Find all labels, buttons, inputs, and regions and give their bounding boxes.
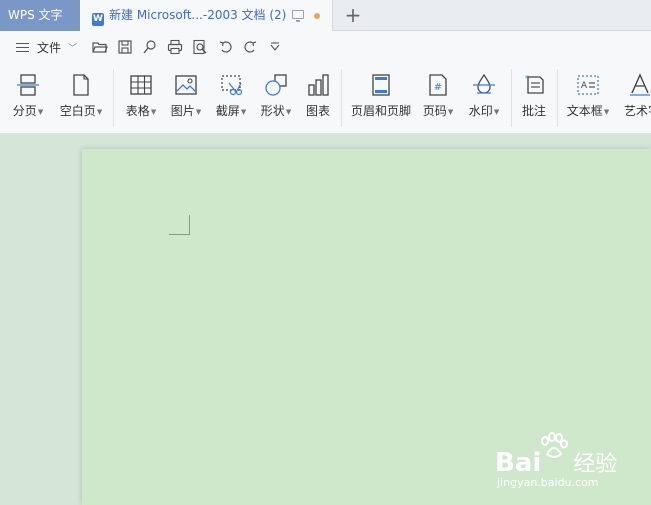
ribbon-divider	[557, 69, 558, 127]
save-icon[interactable]	[117, 39, 133, 55]
header-footer-button[interactable]: 页眉和页脚	[348, 69, 414, 127]
page-break-icon	[17, 74, 39, 96]
header-footer-label: 页眉和页脚	[350, 104, 411, 118]
caret-down-icon: ▼	[150, 108, 157, 116]
chart-label: 图表	[305, 104, 330, 118]
screenshot-icon	[221, 75, 243, 96]
ribbon-divider	[113, 69, 114, 127]
app-tab-wps-writer[interactable]: WPS 文字	[0, 0, 80, 31]
page-number-label: 页码	[422, 104, 447, 118]
print-preview-icon[interactable]	[192, 39, 208, 55]
caret-down-icon: ▼	[195, 108, 202, 116]
watermark-url: jingyan.baidu.com	[497, 476, 599, 489]
word-doc-icon: W	[92, 13, 104, 26]
comment-label: 批注	[521, 104, 546, 118]
screenshot-button[interactable]: 截屏▼	[210, 69, 252, 127]
svg-text:*: *	[525, 74, 529, 83]
table-button[interactable]: 表格▼	[120, 69, 162, 127]
shapes-icon	[265, 74, 287, 96]
print-icon[interactable]	[167, 39, 183, 55]
baidu-jingyan-watermark: Bai 经验 jingyan.baidu.com	[495, 432, 645, 492]
open-folder-icon[interactable]	[92, 39, 108, 55]
screenshot-label: 截屏	[215, 104, 240, 118]
page-break-button[interactable]: 分页▼	[6, 69, 50, 127]
margin-corner-mark	[169, 215, 190, 235]
title-tab-bar: WPS 文字 W 新建 Microsoft...-2003 文档 (2) +	[0, 0, 651, 31]
blank-page-label: 空白页	[59, 104, 96, 118]
caret-down-icon: ▼	[447, 108, 454, 116]
ribbon-divider	[511, 69, 512, 127]
watermark-label: 水印	[468, 104, 493, 118]
blank-page-button[interactable]: 空白页▼	[55, 69, 107, 127]
chart-button[interactable]: 图表	[300, 69, 336, 127]
shape-button[interactable]: 形状▼	[256, 69, 296, 127]
find-icon[interactable]	[142, 39, 158, 55]
ribbon-divider	[341, 69, 342, 127]
shape-label: 形状	[260, 104, 285, 118]
watermark-brand: Bai	[495, 448, 542, 478]
undo-icon[interactable]	[218, 39, 234, 55]
textbox-button[interactable]: A 文本框▼	[562, 69, 614, 127]
textbox-label: 文本框	[566, 104, 603, 118]
header-footer-icon	[372, 74, 390, 96]
insert-ribbon: 分页▼ 空白页▼ 表格▼ 图片▼ 截屏▼ 形状▼ 图表 页眉和页脚 # 页码▼	[0, 63, 651, 134]
watermark-button[interactable]: 水印▼	[462, 69, 506, 127]
svg-text:A: A	[581, 81, 588, 91]
comment-icon: *	[525, 74, 544, 94]
file-menu-button[interactable]: 文件	[37, 39, 61, 56]
chevron-down-icon[interactable]: ﹀	[68, 41, 77, 54]
picture-icon	[175, 75, 197, 95]
textbox-icon: A	[577, 75, 599, 95]
svg-text:#: #	[434, 82, 442, 93]
wordart-icon	[630, 73, 650, 96]
hamburger-menu-icon[interactable]	[16, 43, 29, 52]
document-tab-title: 新建 Microsoft...-2003 文档 (2)	[109, 8, 287, 22]
caret-down-icon: ▼	[493, 108, 500, 116]
caret-down-icon: ▼	[96, 108, 103, 116]
document-tab[interactable]: W 新建 Microsoft...-2003 文档 (2)	[80, 0, 333, 31]
watermark-brand-cn: 经验	[573, 452, 618, 477]
blank-page-icon	[73, 74, 89, 96]
page-number-button[interactable]: # 页码▼	[418, 69, 458, 127]
page-break-label: 分页	[12, 104, 37, 118]
new-tab-button[interactable]: +	[342, 4, 364, 26]
picture-button[interactable]: 图片▼	[166, 69, 206, 127]
page-number-icon: #	[429, 74, 447, 96]
caret-down-icon: ▼	[240, 108, 247, 116]
table-icon	[130, 75, 152, 95]
bar-chart-icon	[308, 74, 329, 96]
monitor-icon[interactable]	[292, 10, 304, 22]
caret-down-icon: ▼	[603, 108, 610, 116]
wordart-button[interactable]: 艺术字	[618, 69, 651, 127]
picture-label: 图片	[170, 104, 195, 118]
watermark-icon	[473, 73, 495, 94]
comment-button[interactable]: * 批注	[516, 69, 552, 127]
redo-icon[interactable]	[242, 39, 258, 55]
wordart-label: 艺术字	[624, 104, 651, 118]
table-label: 表格	[125, 104, 150, 118]
caret-down-icon: ▼	[285, 108, 292, 116]
unsaved-dot-icon	[314, 13, 320, 19]
quick-access-toolbar: 文件 ﹀	[0, 31, 651, 63]
customize-icon[interactable]	[267, 39, 283, 55]
caret-down-icon: ▼	[37, 108, 44, 116]
